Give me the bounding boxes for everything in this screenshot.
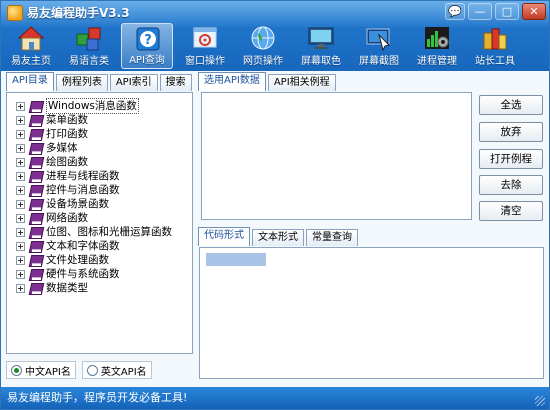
tab-api-examples[interactable]: API相关例程 (267, 74, 336, 91)
toolbar-window-ops-button[interactable]: 窗口操作 (179, 23, 231, 69)
status-bar: 易友编程助手，程序员开发必备工具! (1, 387, 549, 409)
app-logo-icon (7, 5, 23, 21)
tree-item[interactable]: 多媒体 (16, 141, 78, 155)
tree-item[interactable]: Windows消息函数 (16, 98, 139, 114)
expand-plus-icon[interactable] (16, 255, 25, 265)
book-icon (29, 254, 43, 266)
expand-plus-icon[interactable] (16, 185, 25, 195)
book-icon (29, 268, 43, 280)
expand-plus-icon[interactable] (16, 157, 25, 167)
tree-item[interactable]: 菜单函数 (16, 113, 88, 127)
remove-button[interactable]: 去除 (479, 175, 543, 195)
clear-button[interactable]: 清空 (479, 201, 543, 221)
toolbar-webmaster-tools-button[interactable]: 站长工具 (469, 23, 521, 69)
toolbar-api-query-button[interactable]: ? API查询 (121, 23, 173, 69)
tree-item[interactable]: 控件与消息函数 (16, 183, 120, 197)
expand-plus-icon[interactable] (16, 101, 25, 111)
text-selection-highlight (206, 253, 266, 266)
expand-plus-icon[interactable] (16, 143, 25, 153)
toolbar-elang-button[interactable]: 易语言类 (63, 23, 115, 69)
process-gear-icon (425, 27, 449, 49)
tree-item[interactable]: 数据类型 (16, 281, 88, 295)
tab-api-directory[interactable]: API目录 (6, 72, 54, 91)
expand-plus-icon[interactable] (16, 129, 25, 139)
close-button[interactable]: ✕ (522, 3, 546, 20)
book-icon (29, 142, 43, 154)
book-icon (29, 226, 43, 238)
app-window: 易友编程助手V3.3 💬 — □ ✕ 易友主页 易语言类 ? API查询 窗口操… (0, 0, 550, 410)
expand-plus-icon[interactable] (16, 227, 25, 237)
tree-item[interactable]: 文件处理函数 (16, 253, 109, 267)
book-icon (29, 100, 43, 112)
book-icon (29, 282, 43, 294)
api-name-language-options: 中文API名 英文API名 (6, 361, 158, 379)
tab-api-index[interactable]: API索引 (109, 74, 158, 91)
radio-unselected-icon (86, 364, 98, 376)
house-icon (17, 26, 45, 51)
radio-selected-icon (11, 364, 22, 376)
tree-item[interactable]: 硬件与系统函数 (16, 267, 120, 281)
tree-item[interactable]: 文本和字体函数 (16, 239, 120, 253)
tab-code-form[interactable]: 代码形式 (198, 227, 250, 246)
toolbox-icon (483, 28, 507, 50)
book-icon (29, 156, 43, 168)
tree-item[interactable]: 网络函数 (16, 211, 88, 225)
tab-example-list[interactable]: 例程列表 (55, 74, 108, 91)
expand-plus-icon[interactable] (16, 199, 25, 209)
expand-plus-icon[interactable] (16, 283, 25, 293)
cubes-icon (76, 27, 101, 51)
screenshot-icon (366, 28, 390, 51)
globe-icon (251, 26, 275, 50)
expand-plus-icon[interactable] (16, 171, 25, 181)
book-icon (29, 170, 43, 182)
code-tab-strip: 代码形式 文本形式 常量查询 (198, 227, 360, 247)
expand-plus-icon[interactable] (16, 241, 25, 251)
radio-chinese-api-name[interactable]: 中文API名 (6, 361, 76, 379)
tree-item[interactable]: 绘图函数 (16, 155, 88, 169)
book-icon (29, 114, 43, 126)
left-tab-strip: API目录 例程列表 API索引 搜索 (6, 72, 194, 92)
right-tab-strip: 选用API数据 API相关例程 (198, 72, 338, 92)
code-output-area[interactable] (199, 247, 544, 379)
expand-plus-icon[interactable] (16, 269, 25, 279)
main-toolbar: 易友主页 易语言类 ? API查询 窗口操作 网页操作 屏幕取色 屏幕截图 进程… (5, 23, 527, 71)
toolbar-process-button[interactable]: 进程管理 (411, 23, 463, 69)
abandon-button[interactable]: 放弃 (479, 122, 543, 142)
toolbar-home-button[interactable]: 易友主页 (5, 23, 57, 69)
window-target-icon (193, 27, 217, 48)
book-icon (29, 128, 43, 140)
resize-grip-icon[interactable] (535, 396, 545, 406)
book-icon (29, 184, 43, 196)
title-and-toolbar-band: 易友编程助手V3.3 💬 — □ ✕ 易友主页 易语言类 ? API查询 窗口操… (1, 1, 549, 71)
book-icon (29, 240, 43, 252)
tree-item[interactable]: 打印函数 (16, 127, 88, 141)
question-icon: ? (136, 27, 160, 51)
status-text: 易友编程助手，程序员开发必备工具! (7, 391, 188, 404)
tab-selected-api-data[interactable]: 选用API数据 (198, 72, 266, 91)
svg-text:?: ? (144, 33, 152, 48)
toolbar-web-ops-button[interactable]: 网页操作 (237, 23, 289, 69)
chat-icon[interactable]: 💬 (445, 3, 465, 20)
book-icon (29, 212, 43, 224)
tree-item[interactable]: 进程与线程函数 (16, 169, 120, 183)
tab-constant-query[interactable]: 常量查询 (306, 229, 358, 246)
tab-text-form[interactable]: 文本形式 (252, 229, 304, 246)
open-example-button[interactable]: 打开例程 (479, 149, 543, 169)
selected-api-list[interactable] (201, 92, 472, 220)
tab-search[interactable]: 搜索 (159, 74, 192, 91)
book-icon (29, 198, 43, 210)
radio-english-api-name[interactable]: 英文API名 (81, 361, 152, 379)
minimize-button[interactable]: — (468, 3, 492, 20)
toolbar-screenshot-button[interactable]: 屏幕截图 (353, 23, 405, 69)
expand-plus-icon[interactable] (16, 213, 25, 223)
window-title: 易友编程助手V3.3 (27, 6, 130, 20)
tree-item[interactable]: 位图、图标和光栅运算函数 (16, 225, 172, 239)
expand-plus-icon[interactable] (16, 115, 25, 125)
monitor-icon (308, 27, 334, 49)
maximize-button[interactable]: □ (495, 3, 519, 20)
api-category-tree[interactable]: Windows消息函数 菜单函数 打印函数 多媒体 绘图函数 进程与线程函数 控… (6, 92, 193, 354)
select-all-button[interactable]: 全选 (479, 95, 543, 115)
toolbar-color-pick-button[interactable]: 屏幕取色 (295, 23, 347, 69)
tree-item[interactable]: 设备场景函数 (16, 197, 109, 211)
